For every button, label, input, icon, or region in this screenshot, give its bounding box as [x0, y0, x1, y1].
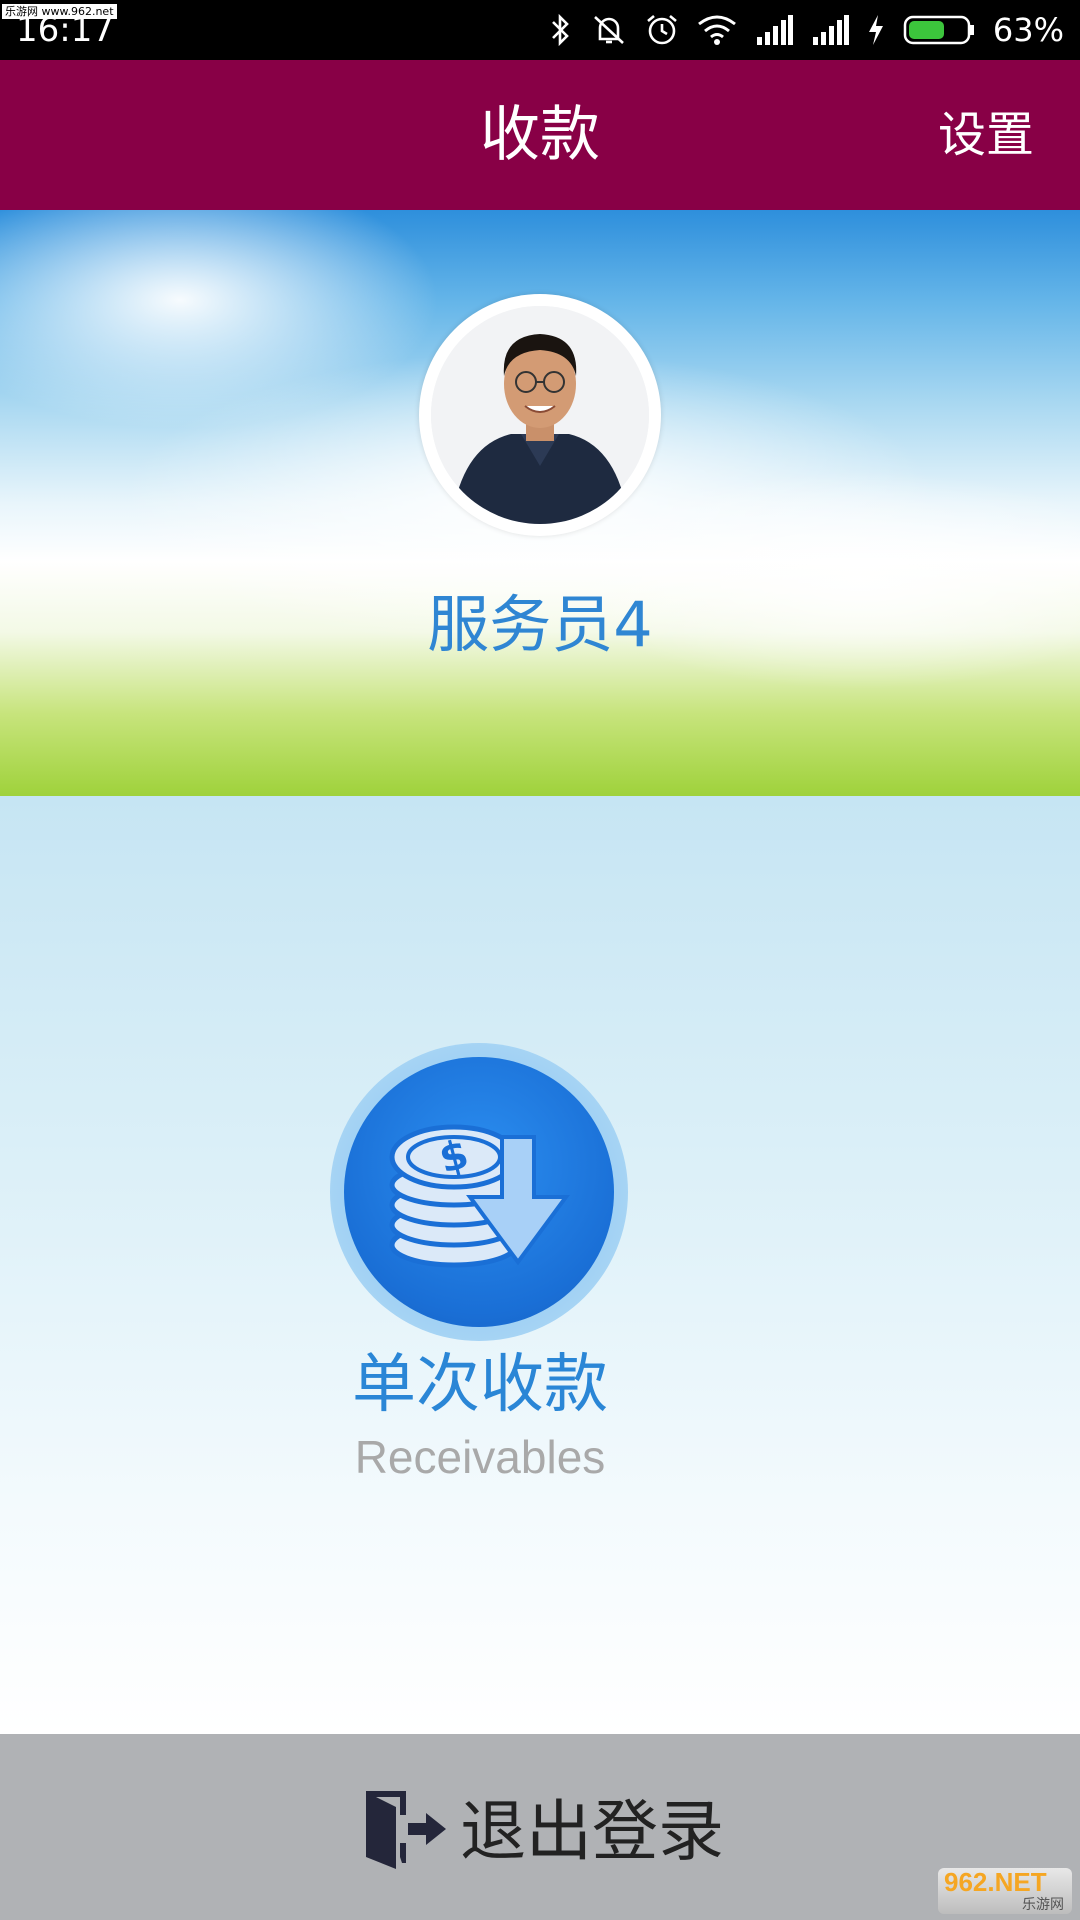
single-receive-label: 单次收款: [352, 1348, 608, 1422]
username: 服务员4: [427, 588, 653, 661]
status-bar: 16:17 乐游网 www.962.net 63%: [0, 0, 1080, 60]
avatar[interactable]: [419, 294, 661, 536]
settings-button[interactable]: 设置: [938, 60, 1034, 210]
mute-icon: [591, 13, 627, 47]
page-title: 收款: [480, 100, 600, 170]
coins-download-icon: $: [344, 1057, 614, 1327]
signal-icon: [755, 15, 793, 45]
exit-door-icon: [362, 1785, 450, 1879]
watermark-top: 乐游网 www.962.net: [2, 4, 117, 19]
logout-bar: 退出登录 962.NET 乐游网: [0, 1734, 1080, 1920]
signal-icon: [811, 15, 849, 45]
watermark-logo-text: 962.NET: [944, 1867, 1047, 1897]
battery-percent: 63%: [992, 11, 1064, 49]
charging-icon: [867, 14, 885, 46]
battery-icon: [903, 15, 975, 45]
status-icons: 63%: [549, 8, 1064, 52]
avatar-photo: [431, 306, 649, 524]
watermark-logo-subtext: 乐游网: [1022, 1897, 1064, 1913]
logout-label: 退出登录: [460, 1793, 724, 1870]
app-bar: 收款 设置: [0, 60, 1080, 210]
logout-button[interactable]: 退出登录: [362, 1784, 724, 1880]
watermark-logo: 962.NET 乐游网: [938, 1868, 1072, 1914]
alarm-icon: [645, 13, 679, 47]
single-receive-sublabel: Receivables: [354, 1431, 606, 1483]
single-receive-button[interactable]: $: [330, 1043, 628, 1341]
bluetooth-icon: [549, 13, 573, 47]
wifi-icon: [697, 14, 737, 46]
